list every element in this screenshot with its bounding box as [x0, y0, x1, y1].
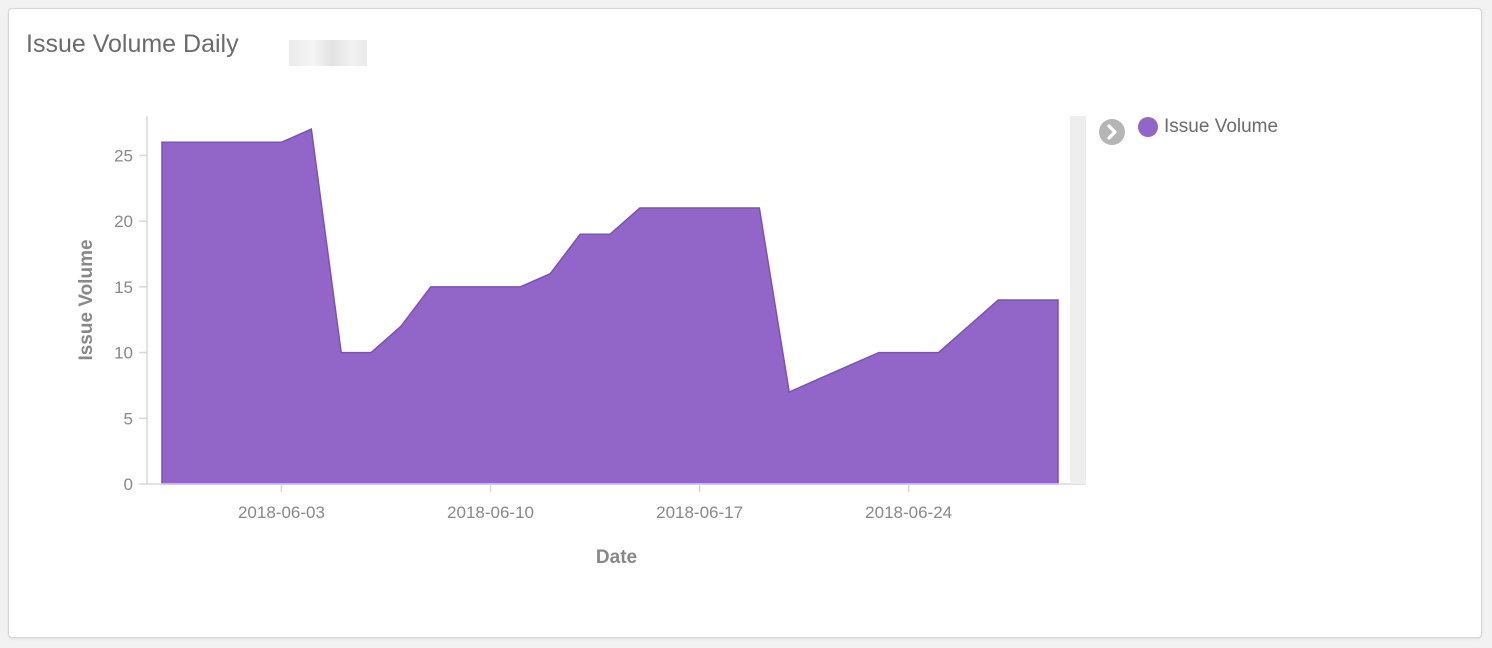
data-point[interactable]: [574, 228, 586, 240]
legend-color-dot: [1138, 117, 1158, 137]
data-point[interactable]: [992, 294, 1004, 306]
data-point[interactable]: [933, 347, 945, 359]
y-tick-label: 10: [114, 344, 133, 363]
data-point[interactable]: [664, 202, 676, 214]
data-point[interactable]: [1022, 294, 1034, 306]
data-point[interactable]: [485, 281, 497, 293]
data-point[interactable]: [544, 268, 556, 280]
y-tick-label: 15: [114, 278, 133, 297]
data-point[interactable]: [216, 136, 228, 148]
y-tick-label: 5: [124, 409, 133, 428]
data-point[interactable]: [873, 347, 885, 359]
data-point[interactable]: [305, 123, 317, 135]
data-point[interactable]: [813, 373, 825, 385]
y-tick-label: 20: [114, 212, 133, 231]
x-tick-label: 2018-06-03: [238, 503, 325, 522]
data-point[interactable]: [783, 386, 795, 398]
data-point[interactable]: [634, 202, 646, 214]
x-tick-label: 2018-06-10: [447, 503, 534, 522]
x-axis-title: Date: [596, 547, 637, 568]
data-point[interactable]: [156, 136, 168, 148]
x-tick-label: 2018-06-24: [865, 503, 952, 522]
legend-toggle-button[interactable]: [1098, 118, 1126, 146]
data-point[interactable]: [455, 281, 467, 293]
data-point[interactable]: [962, 320, 974, 332]
data-point[interactable]: [186, 136, 198, 148]
data-point[interactable]: [514, 281, 526, 293]
data-point[interactable]: [335, 347, 347, 359]
x-tick-label: 2018-06-17: [656, 503, 743, 522]
area-chart: 0 5 10 15 20 25 2018-06-03 2018-06-10 2018-06-1…: [76, 116, 1086, 568]
legend-scroll-track[interactable]: [1070, 116, 1086, 484]
series-area-issue-volume[interactable]: [161, 128, 1059, 485]
y-axis-ticks: 0 5 10 15 20 25: [114, 146, 147, 494]
data-point[interactable]: [365, 347, 377, 359]
x-axis-ticks: 2018-06-03 2018-06-10 2018-06-17 2018-06-24: [238, 484, 952, 522]
data-point[interactable]: [395, 320, 407, 332]
y-tick-label: 25: [114, 146, 133, 165]
data-point[interactable]: [753, 202, 765, 214]
legend-label: Issue Volume: [1164, 116, 1279, 137]
plot-area: [156, 123, 1064, 485]
y-axis-title: Issue Volume: [76, 239, 97, 360]
data-point[interactable]: [604, 228, 616, 240]
data-point[interactable]: [843, 360, 855, 372]
data-point[interactable]: [903, 347, 915, 359]
y-tick-label: 0: [124, 475, 133, 494]
data-point[interactable]: [694, 202, 706, 214]
data-point[interactable]: [425, 281, 437, 293]
data-point[interactable]: [723, 202, 735, 214]
data-point[interactable]: [1052, 294, 1064, 306]
chevron-right-circle-icon: [1099, 119, 1125, 145]
legend-item-issue-volume[interactable]: Issue Volume: [1138, 114, 1278, 140]
data-point[interactable]: [246, 136, 258, 148]
data-point[interactable]: [275, 136, 287, 148]
